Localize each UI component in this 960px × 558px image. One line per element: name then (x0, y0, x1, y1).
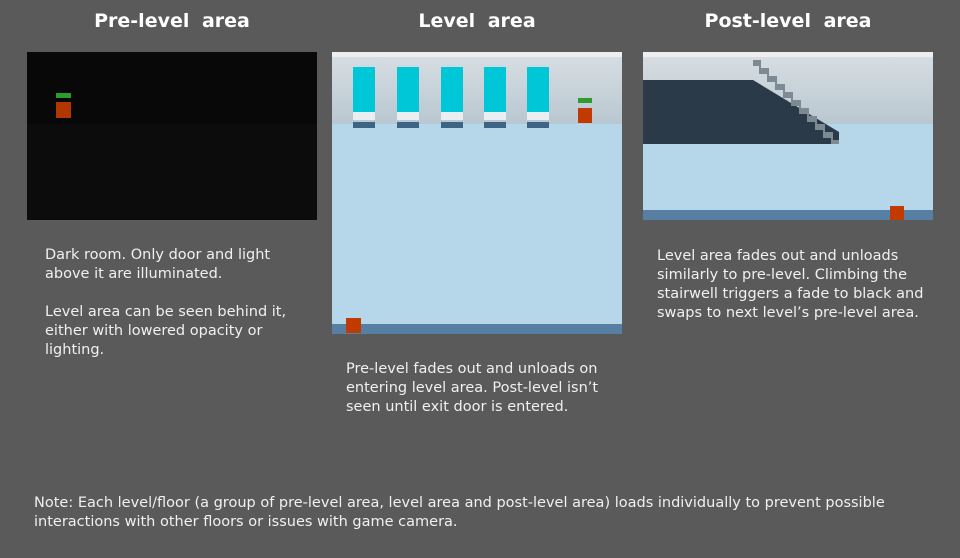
window-shadow (441, 122, 463, 128)
description-level: Pre-level fades out and unloads on enter… (346, 361, 599, 415)
stairwell-shadow (643, 80, 839, 144)
entry-door (56, 102, 71, 118)
entry-door (346, 318, 361, 333)
door-light (56, 93, 71, 98)
post-level-scene (643, 52, 933, 220)
window-shadow (397, 122, 419, 128)
stairwell (643, 60, 839, 144)
window-sill (484, 112, 506, 120)
window-sill (527, 112, 549, 120)
pre-level-scene (27, 52, 317, 220)
window-shadow (484, 122, 506, 128)
exit-door-light (578, 98, 592, 103)
window-shadow (527, 122, 549, 128)
footnote: Note: Each level/floor (a group of pre-l… (34, 495, 885, 530)
window (397, 67, 419, 112)
window (484, 67, 506, 112)
title-post-level: Post-level area (704, 10, 872, 32)
title-pre-level: Pre-level area (94, 10, 250, 32)
description-pre-level: Dark room. Only door and light above it … (45, 247, 287, 358)
window-shadow (353, 122, 375, 128)
window (441, 67, 463, 112)
title-level: Level area (418, 10, 536, 32)
window-sill (397, 112, 419, 120)
window-sill (441, 112, 463, 120)
exit-door (890, 206, 904, 220)
exit-door (578, 108, 592, 123)
description-post-level: Level area fades out and unloads similar… (657, 248, 924, 321)
level-scene (332, 52, 622, 334)
window (353, 67, 375, 112)
floor-edge (332, 324, 622, 334)
window (527, 67, 549, 112)
window-sill (353, 112, 375, 120)
